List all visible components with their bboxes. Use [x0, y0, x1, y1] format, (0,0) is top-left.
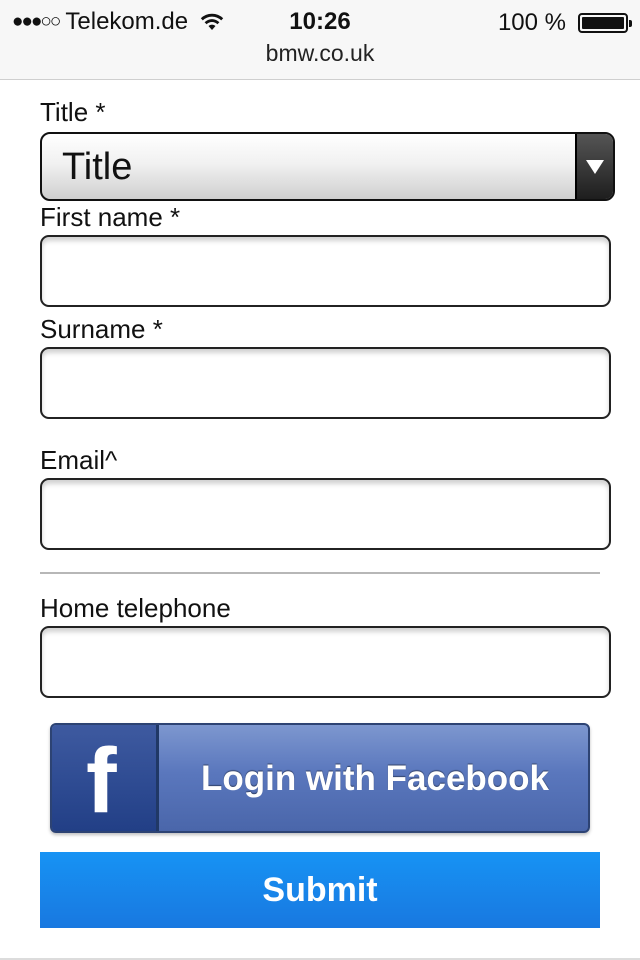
battery-fill — [582, 17, 624, 29]
submit-button[interactable]: Submit — [40, 852, 600, 928]
home-telephone-field[interactable] — [40, 626, 611, 698]
title-select-value: Title — [62, 146, 133, 188]
battery-icon — [578, 13, 632, 33]
status-row: ●●●○○ Telekom.de 10:26 100 % — [0, 6, 640, 38]
battery-status: 100 % — [497, 9, 632, 37]
facebook-icon-letter: f — [86, 730, 117, 832]
facebook-login-button[interactable]: f Login with Facebook — [50, 723, 590, 833]
chevron-down-icon — [586, 159, 604, 174]
surname-field[interactable] — [40, 347, 611, 419]
title-select[interactable]: Title — [40, 132, 615, 201]
address-url[interactable]: bmw.co.uk — [0, 40, 640, 67]
select-arrow-button[interactable] — [575, 134, 613, 199]
facebook-icon: f — [52, 725, 159, 831]
battery-percentage: 100 % — [497, 9, 566, 36]
email-field[interactable] — [40, 478, 611, 550]
first-name-label: First name * — [40, 202, 181, 232]
title-label: Title * — [40, 97, 106, 127]
home-telephone-label: Home telephone — [40, 593, 231, 623]
status-bar: ●●●○○ Telekom.de 10:26 100 % bmw.co.uk — [0, 0, 640, 80]
section-divider — [40, 572, 600, 574]
email-label: Email^ — [40, 445, 118, 475]
facebook-login-label: Login with Facebook — [200, 759, 550, 798]
first-name-field[interactable] — [40, 235, 611, 307]
surname-label: Surname * — [40, 314, 163, 344]
